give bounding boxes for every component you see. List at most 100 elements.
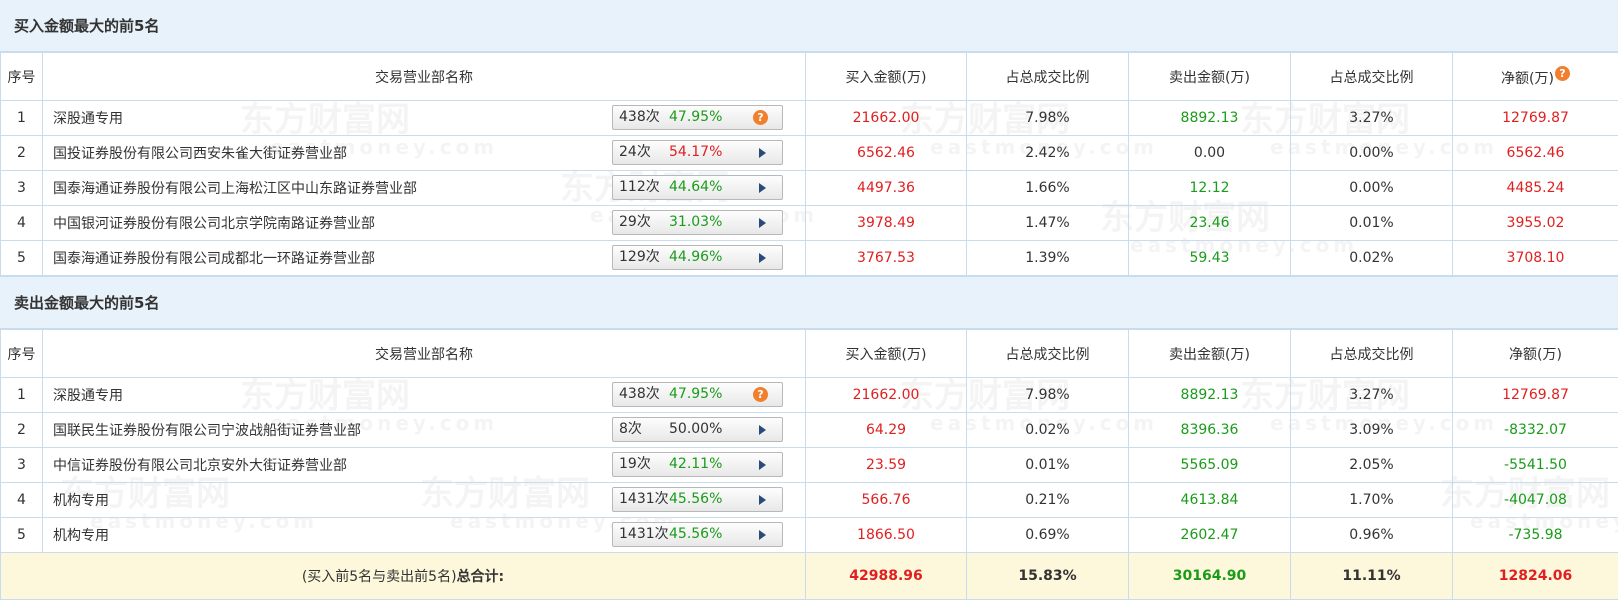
- col-seq: 序号: [0, 329, 43, 378]
- row-name-cell: 国泰海通证券股份有限公司成都北一环路证券营业部 129次 44.96%: [42, 240, 806, 276]
- col-net: 净额(万): [1452, 329, 1618, 378]
- win-rate: 45.56%: [669, 526, 723, 542]
- win-rate: 47.95%: [669, 386, 723, 402]
- row-seq: 2: [0, 135, 43, 171]
- expand-arrow-icon[interactable]: [759, 183, 766, 193]
- buy-amount: 4497.36: [805, 170, 967, 206]
- row-seq: 1: [0, 377, 43, 413]
- sell-ratio: 2.05%: [1290, 447, 1453, 483]
- col-name: 交易营业部名称: [42, 329, 806, 378]
- sell-amount: 0.00: [1128, 135, 1291, 171]
- row-name-cell: 国泰海通证券股份有限公司上海松江区中山东路证券营业部 112次 44.64%: [42, 170, 806, 206]
- times-count: 29次: [619, 214, 651, 230]
- help-icon[interactable]: ?: [753, 110, 768, 125]
- branch-name[interactable]: 深股通专用: [53, 388, 123, 404]
- col-name: 交易营业部名称: [42, 52, 806, 101]
- row-seq: 3: [0, 170, 43, 206]
- history-stats-button[interactable]: 24次 54.17%: [612, 140, 783, 165]
- branch-name[interactable]: 国投证券股份有限公司西安朱雀大街证券营业部: [53, 146, 347, 162]
- total-net: 12824.06: [1452, 552, 1618, 600]
- total-buy-ratio: 15.83%: [966, 552, 1129, 600]
- col-buy-ratio: 占总成交比例: [966, 329, 1129, 378]
- win-rate: 47.95%: [669, 109, 723, 125]
- branch-name[interactable]: 机构专用: [53, 493, 109, 509]
- col-sell-ratio: 占总成交比例: [1290, 52, 1453, 101]
- sell-amount: 8892.13: [1128, 377, 1291, 413]
- net-amount: 12769.87: [1452, 377, 1618, 413]
- buy-ratio: 0.21%: [966, 482, 1129, 518]
- dragon-tiger-list-panel: 买入金额最大的前5名 序号 交易营业部名称 买入金额(万) 占总成交比例 卖出金…: [0, 0, 1618, 600]
- expand-arrow-icon[interactable]: [759, 218, 766, 228]
- sell-amount: 5565.09: [1128, 447, 1291, 483]
- sell-amount: 59.43: [1128, 240, 1291, 276]
- times-count: 19次: [619, 456, 651, 472]
- times-count: 129次: [619, 249, 660, 265]
- branch-name[interactable]: 国泰海通证券股份有限公司成都北一环路证券营业部: [53, 251, 375, 267]
- times-count: 1431次: [619, 491, 669, 507]
- history-stats-button[interactable]: 112次 44.64%: [612, 175, 783, 200]
- history-stats-button[interactable]: 438次 47.95%?: [612, 105, 783, 130]
- history-stats-button[interactable]: 19次 42.11%: [612, 452, 783, 477]
- sell-ratio: 3.27%: [1290, 377, 1453, 413]
- history-stats-button[interactable]: 29次 31.03%: [612, 210, 783, 235]
- history-stats-button[interactable]: 1431次 45.56%: [612, 522, 783, 547]
- sell-top5-table: 序号 交易营业部名称 买入金额(万) 占总成交比例 卖出金额(万) 占总成交比例…: [0, 329, 1618, 600]
- branch-name[interactable]: 国联民生证券股份有限公司宁波战船街证券营业部: [53, 423, 361, 439]
- table-row: 1 深股通专用 438次 47.95%? 21662.00 7.98% 8892.…: [0, 377, 1618, 413]
- history-stats-button[interactable]: 1431次 45.56%: [612, 487, 783, 512]
- history-stats-button[interactable]: 129次 44.96%: [612, 245, 783, 270]
- buy-amount: 3978.49: [805, 205, 967, 241]
- net-amount: -4047.08: [1452, 482, 1618, 518]
- sell-ratio: 0.02%: [1290, 240, 1453, 276]
- times-count: 438次: [619, 109, 660, 125]
- expand-arrow-icon[interactable]: [759, 148, 766, 158]
- history-stats-button[interactable]: 438次 47.95%?: [612, 382, 783, 407]
- row-name-cell: 机构专用 1431次 45.56%: [42, 482, 806, 518]
- row-name-cell: 国联民生证券股份有限公司宁波战船街证券营业部 8次 50.00%: [42, 412, 806, 448]
- table-row: 5 机构专用 1431次 45.56% 1866.50 0.69% 2602.47…: [0, 517, 1618, 553]
- buy-amount: 23.59: [805, 447, 967, 483]
- expand-arrow-icon[interactable]: [759, 530, 766, 540]
- buy-ratio: 7.98%: [966, 100, 1129, 136]
- expand-arrow-icon[interactable]: [759, 425, 766, 435]
- buy-ratio: 7.98%: [966, 377, 1129, 413]
- row-name-cell: 中信证券股份有限公司北京安外大街证券营业部 19次 42.11%: [42, 447, 806, 483]
- expand-arrow-icon[interactable]: [759, 460, 766, 470]
- sell-amount: 2602.47: [1128, 517, 1291, 553]
- expand-arrow-icon[interactable]: [759, 495, 766, 505]
- row-name-cell: 中国银河证券股份有限公司北京学院南路证券营业部 29次 31.03%: [42, 205, 806, 241]
- row-seq: 4: [0, 482, 43, 518]
- help-icon[interactable]: ?: [1554, 65, 1570, 81]
- buy-amount: 3767.53: [805, 240, 967, 276]
- sell-amount: 23.46: [1128, 205, 1291, 241]
- buy-ratio: 2.42%: [966, 135, 1129, 171]
- net-amount: -5541.50: [1452, 447, 1618, 483]
- history-stats-button[interactable]: 8次 50.00%: [612, 417, 783, 442]
- expand-arrow-icon[interactable]: [759, 253, 766, 263]
- col-sell: 卖出金额(万): [1128, 329, 1291, 378]
- branch-name[interactable]: 深股通专用: [53, 111, 123, 127]
- buy-ratio: 0.02%: [966, 412, 1129, 448]
- row-seq: 1: [0, 100, 43, 136]
- times-count: 1431次: [619, 526, 669, 542]
- total-buy: 42988.96: [805, 552, 967, 600]
- sell-amount: 8892.13: [1128, 100, 1291, 136]
- row-name-cell: 深股通专用 438次 47.95%?: [42, 100, 806, 136]
- buy-top5-table: 序号 交易营业部名称 买入金额(万) 占总成交比例 卖出金额(万) 占总成交比例…: [0, 52, 1618, 276]
- branch-name[interactable]: 中国银河证券股份有限公司北京学院南路证券营业部: [53, 216, 375, 232]
- sell-amount: 4613.84: [1128, 482, 1291, 518]
- col-buy-ratio: 占总成交比例: [966, 52, 1129, 101]
- row-seq: 2: [0, 412, 43, 448]
- sell-ratio: 0.01%: [1290, 205, 1453, 241]
- buy-ratio: 1.39%: [966, 240, 1129, 276]
- buy-section-title: 买入金额最大的前5名: [0, 0, 1618, 52]
- buy-amount: 1866.50: [805, 517, 967, 553]
- buy-amount: 21662.00: [805, 100, 967, 136]
- sell-section-title: 卖出金额最大的前5名: [0, 276, 1618, 329]
- table-row: 1 深股通专用 438次 47.95%? 21662.00 7.98% 8892.…: [0, 100, 1618, 136]
- branch-name[interactable]: 机构专用: [53, 528, 109, 544]
- help-icon[interactable]: ?: [753, 387, 768, 402]
- branch-name[interactable]: 国泰海通证券股份有限公司上海松江区中山东路证券营业部: [53, 181, 417, 197]
- table-row: 4 机构专用 1431次 45.56% 566.76 0.21% 4613.84 …: [0, 482, 1618, 518]
- branch-name[interactable]: 中信证券股份有限公司北京安外大街证券营业部: [53, 458, 347, 474]
